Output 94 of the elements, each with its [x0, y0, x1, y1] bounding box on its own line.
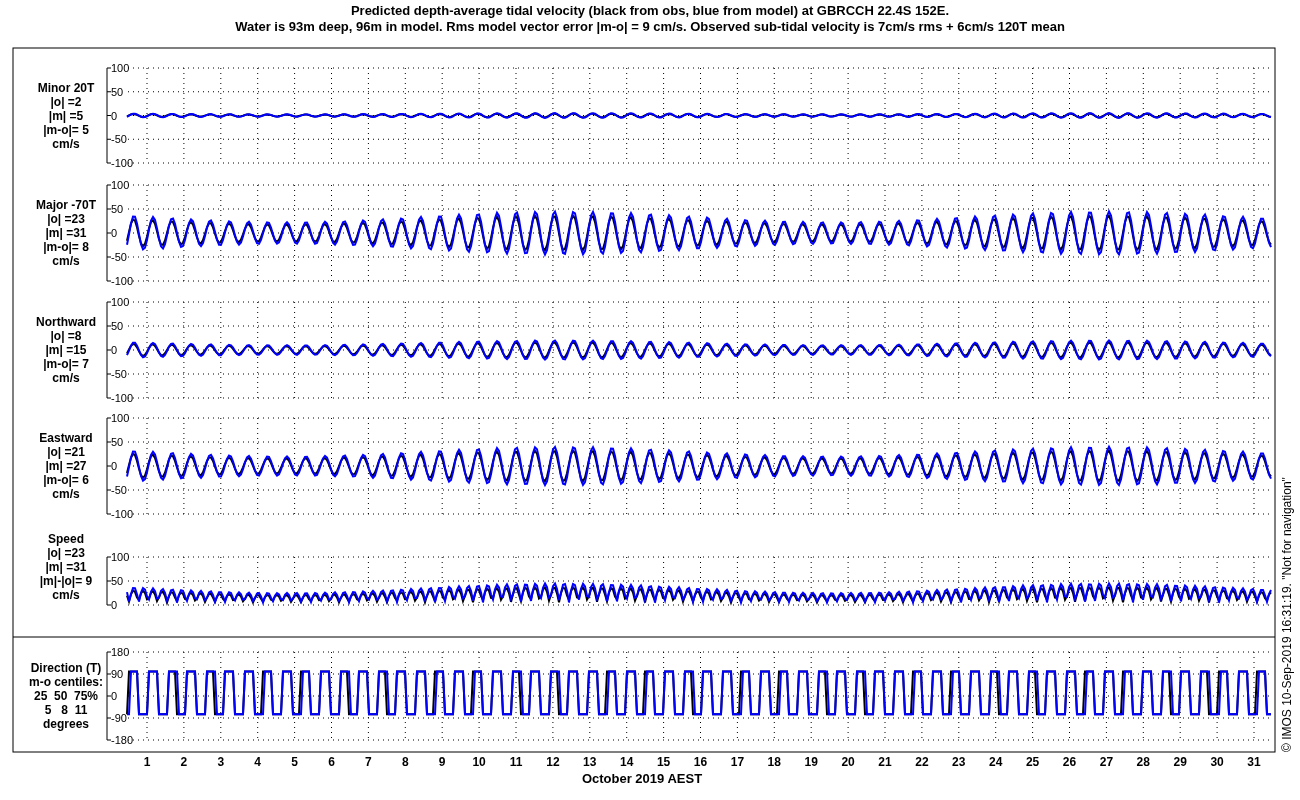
axis-tick-label: 2 — [180, 755, 188, 769]
axis-tick-label: -50 — [111, 133, 127, 146]
panel-label: |o| =8 — [50, 329, 82, 343]
panel-label: cm/s — [52, 254, 80, 268]
panel-label: |m-o|= 5 — [43, 122, 89, 137]
axis-tick-label: 100 — [111, 62, 130, 74]
axis-tick-label: 50 — [111, 436, 124, 448]
axis-tick-label: 16 — [693, 755, 708, 769]
axis-tick-label: 1 — [143, 755, 151, 769]
axis-tick-label: 25 — [1025, 755, 1040, 769]
axis-tick-label: -100 — [111, 275, 134, 287]
axis-tick-label: -100 — [111, 157, 134, 169]
axis-tick-label: 0 — [111, 690, 118, 702]
axis-tick-label: 12 — [546, 755, 560, 769]
panel-label: |o| =2 — [50, 94, 82, 109]
axis-tick-label: -50 — [111, 484, 127, 496]
axis-tick-label: 0 — [111, 227, 118, 239]
chart-title: Water is 93m deep, 96m in model. Rms model vector error |m-o| = 9 cm/s. Observed sub-tidal velocity is 7cm/s rms + 6cm/s 120T mean — [235, 19, 1065, 34]
panel-label: |m| =15 — [45, 343, 87, 357]
axis-tick-label: 27 — [1099, 755, 1114, 769]
panel-label: |m| =27 — [45, 459, 87, 473]
panel-label: |o| =23 — [47, 212, 85, 226]
panel-label: |m-o|= 8 — [43, 240, 89, 254]
axis-tick-label: 29 — [1173, 755, 1187, 769]
y-axis — [106, 556, 112, 606]
panel-label: |o| =23 — [47, 546, 85, 560]
axis-tick-label: 21 — [878, 755, 892, 769]
axis-tick-label: 180 — [111, 646, 130, 658]
axis-tick-label: -50 — [111, 368, 127, 380]
axis-tick-label: 23 — [952, 755, 966, 769]
panel-label: 5 8 11 — [44, 703, 88, 717]
axis-tick-label: 22 — [915, 755, 929, 769]
axis-tick-label: 17 — [730, 755, 745, 769]
axis-tick-label: 0 — [111, 460, 118, 472]
panel-label: cm/s — [52, 588, 80, 602]
axis-tick-label: 11 — [509, 755, 523, 769]
chart-title: Predicted depth-average tidal velocity (black from obs, blue from model) at GBRCCH 22.4S 152E. — [350, 3, 950, 18]
axis-tick-label: -100 — [111, 392, 134, 404]
axis-tick-label: 15 — [656, 755, 671, 769]
panel-label: cm/s — [52, 136, 80, 151]
panel-label: |m| =31 — [45, 226, 87, 240]
axis-tick-label: 10 — [472, 755, 486, 769]
axis-tick-label: 13 — [583, 755, 597, 769]
axis-tick-label: 20 — [841, 755, 855, 769]
axis-tick-label: 0 — [111, 109, 118, 122]
panel-label: |m| =31 — [45, 560, 87, 574]
axis-tick-label: 4 — [254, 755, 262, 769]
axis-tick-label: 50 — [111, 85, 124, 98]
axis-tick-label: -180 — [111, 734, 134, 746]
axis-tick-label: 50 — [111, 575, 124, 587]
axis-tick-label: 19 — [804, 755, 818, 769]
axis-tick-label: 0 — [111, 599, 118, 611]
axis-tick-label: -50 — [111, 251, 127, 263]
panel-label: Speed — [48, 532, 84, 546]
axis-tick-label: -100 — [111, 508, 134, 520]
panel-label: Eastward — [39, 431, 93, 445]
panel-label: |m-o|= 6 — [43, 473, 89, 487]
axis-tick-label: 3 — [217, 755, 225, 769]
panel-label: |m| =5 — [48, 108, 84, 123]
axis-tick-label: 90 — [111, 668, 124, 680]
axis-tick-label: 100 — [111, 179, 130, 191]
axis-tick-label: 31 — [1247, 755, 1261, 769]
axis-tick-label: 5 — [291, 755, 298, 769]
panel-label: Major -70T — [36, 198, 96, 212]
axis-tick-label: 24 — [989, 755, 1003, 769]
panel-label: cm/s — [52, 487, 80, 501]
axis-tick-label: 26 — [1062, 755, 1077, 769]
axis-tick-label: 6 — [328, 755, 335, 769]
panel-label: cm/s — [52, 371, 80, 385]
panel-label: |m-o|= 7 — [43, 357, 89, 371]
axis-tick-label: 8 — [401, 755, 409, 769]
axis-tick-label: 7 — [365, 755, 372, 769]
axis-tick-label: 100 — [111, 551, 130, 563]
axis-tick-label: 14 — [620, 755, 634, 769]
axis-tick-label: 9 — [438, 755, 446, 769]
panel-label: Direction (T) — [30, 661, 102, 675]
axis-tick-label: 30 — [1210, 755, 1224, 769]
panel-label: degrees — [43, 717, 89, 731]
axis-tick-label: 50 — [111, 320, 124, 332]
axis-tick-label: 50 — [111, 203, 124, 215]
panel-label: |o| =21 — [47, 445, 85, 459]
axis-tick-label: 100 — [111, 412, 130, 424]
panel-label: 25 50 75% — [33, 689, 99, 703]
panel-label: Minor 20T — [37, 80, 95, 95]
axis-tick-label: 0 — [111, 344, 118, 356]
credit-text: © IMOS 10-Sep-2019 16:31:19. "Not for navigation" — [1280, 477, 1294, 752]
axis-tick-label: 18 — [767, 755, 781, 769]
panel-label: Northward — [36, 315, 96, 329]
axis-tick-label: 28 — [1136, 755, 1150, 769]
x-axis-label: October 2019 AEST — [581, 771, 703, 786]
panel-label: |m|-|o|= 9 — [39, 574, 93, 588]
axis-tick-label: 100 — [111, 296, 130, 308]
panel-label: m-o centiles: — [29, 675, 103, 689]
axis-tick-label: -90 — [111, 712, 127, 724]
